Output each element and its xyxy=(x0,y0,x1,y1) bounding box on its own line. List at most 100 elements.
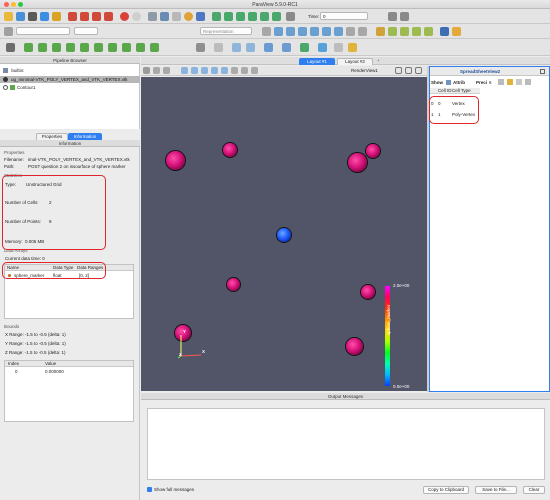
clear-button[interactable]: Clear xyxy=(523,486,545,494)
view-y-plus-icon[interactable] xyxy=(298,27,307,36)
add-tab-button[interactable]: + xyxy=(377,58,380,63)
render-viewport[interactable]: Y Z X 2.0e+00 0.0e+00 sphere_marker xyxy=(141,77,427,391)
group-datasets-icon[interactable] xyxy=(136,43,145,52)
camera-icon[interactable] xyxy=(92,12,101,21)
contour-filter-icon[interactable] xyxy=(24,43,33,52)
loop-icon[interactable] xyxy=(272,12,281,21)
open-file-icon[interactable] xyxy=(4,12,13,21)
clear-selection-icon[interactable] xyxy=(251,67,258,74)
select-block-icon[interactable] xyxy=(211,67,218,74)
load-state-icon[interactable] xyxy=(80,12,89,21)
shrink-selection-icon[interactable] xyxy=(241,67,248,74)
clip-filter-icon[interactable] xyxy=(38,43,47,52)
representation-select[interactable]: Representation xyxy=(200,27,252,35)
interact-mode-icon[interactable] xyxy=(148,12,157,21)
component-select[interactable] xyxy=(74,27,98,35)
view-z-plus-icon[interactable] xyxy=(322,27,331,36)
select-points-icon[interactable] xyxy=(191,67,198,74)
select-cells-icon[interactable] xyxy=(181,67,188,74)
capture-icon[interactable] xyxy=(163,67,170,74)
zoom-to-data-icon[interactable] xyxy=(388,12,397,21)
selection-icon[interactable] xyxy=(214,43,223,52)
ruler-icon[interactable] xyxy=(348,43,357,52)
precision-value[interactable]: 6 xyxy=(489,80,492,85)
copy-to-clipboard-button[interactable]: Copy to Clipboard xyxy=(423,486,469,494)
pipeline-item-source[interactable]: ug_minimal-VTK_POLY_VERTEX_and_VTK_VERTE… xyxy=(0,76,140,83)
save-to-file-button[interactable]: Save to File... xyxy=(475,486,517,494)
rescale-visible-icon[interactable] xyxy=(412,27,421,36)
previous-frame-icon[interactable] xyxy=(224,12,233,21)
annotate-time-icon[interactable] xyxy=(318,43,327,52)
view-z-minus-icon[interactable] xyxy=(334,27,343,36)
extract-subset-icon[interactable] xyxy=(80,43,89,52)
slice-filter-icon[interactable] xyxy=(52,43,61,52)
save-data-icon[interactable] xyxy=(28,12,37,21)
spreadsheet-close-icon[interactable] xyxy=(540,69,545,74)
warp-vector-icon[interactable] xyxy=(122,43,131,52)
view-x-minus-icon[interactable] xyxy=(286,27,295,36)
help-icon[interactable] xyxy=(196,12,205,21)
first-frame-icon[interactable] xyxy=(212,12,221,21)
manage-plugins-icon[interactable] xyxy=(172,12,181,21)
reset-range-icon[interactable] xyxy=(388,27,397,36)
select-frustum-icon[interactable] xyxy=(201,67,208,74)
tab-layout-2[interactable]: Layout #2 xyxy=(337,58,373,65)
maximize-view-icon[interactable] xyxy=(415,67,422,74)
glyph-filter-icon[interactable] xyxy=(94,43,103,52)
toggle-2d-icon[interactable] xyxy=(153,67,160,74)
table-row[interactable]: 0 0.000000 xyxy=(5,368,133,375)
python-shell-icon[interactable] xyxy=(440,27,449,36)
render-view-settings-icon[interactable] xyxy=(143,67,150,74)
stream-tracer-icon[interactable] xyxy=(108,43,117,52)
loop-toggle-icon[interactable] xyxy=(286,12,295,21)
save-state-icon[interactable] xyxy=(68,12,77,21)
tab-information[interactable]: Information xyxy=(68,133,102,140)
pipeline-item-builtin[interactable]: builtin: xyxy=(3,68,133,75)
export-icon[interactable] xyxy=(525,79,531,85)
show-icon[interactable] xyxy=(4,27,13,36)
show-select-icon[interactable] xyxy=(446,80,451,85)
spreadsheet-view-icon[interactable] xyxy=(196,43,205,52)
output-messages-text[interactable] xyxy=(147,408,545,480)
next-frame-icon[interactable] xyxy=(248,12,257,21)
zoom-to-box-icon[interactable] xyxy=(400,12,409,21)
color-map-editor-icon[interactable] xyxy=(376,27,385,36)
toggle-cell-connectivity-icon[interactable] xyxy=(516,79,522,85)
undo-icon[interactable] xyxy=(120,12,129,21)
disconnect-icon[interactable] xyxy=(52,12,61,21)
text-source-icon[interactable] xyxy=(334,43,343,52)
redo-icon[interactable] xyxy=(132,12,141,21)
plot-over-line-icon[interactable] xyxy=(264,43,273,52)
split-vertical-icon[interactable] xyxy=(405,67,412,74)
solid-color-select[interactable] xyxy=(16,27,70,35)
find-data-icon[interactable] xyxy=(232,43,241,52)
toggle-selection-icon[interactable] xyxy=(507,79,513,85)
timer-icon[interactable] xyxy=(104,12,113,21)
view-y-minus-icon[interactable] xyxy=(310,27,319,36)
last-frame-icon[interactable] xyxy=(260,12,269,21)
split-horizontal-icon[interactable] xyxy=(395,67,402,74)
connect-icon[interactable] xyxy=(40,12,49,21)
view-x-plus-icon[interactable] xyxy=(274,27,283,36)
query-icon[interactable] xyxy=(246,43,255,52)
tab-properties[interactable]: Properties xyxy=(36,133,68,140)
time-input[interactable]: 0 xyxy=(320,12,368,20)
pipeline-item-contour[interactable]: Contour1 xyxy=(0,84,140,91)
rotate-minus-90-icon[interactable] xyxy=(358,27,367,36)
reset-session-icon[interactable] xyxy=(160,12,169,21)
toggle-columns-icon[interactable] xyxy=(498,79,504,85)
attribute-select[interactable]: Attrib xyxy=(453,80,465,85)
interactive-select-icon[interactable] xyxy=(221,67,228,74)
rotate-90-icon[interactable] xyxy=(346,27,355,36)
play-icon[interactable] xyxy=(236,12,245,21)
grow-selection-icon[interactable] xyxy=(231,67,238,74)
open-recent-icon[interactable] xyxy=(16,12,25,21)
tab-layout-1[interactable]: Layout #1 xyxy=(299,58,335,65)
macro-icon[interactable] xyxy=(452,27,461,36)
probe-icon[interactable] xyxy=(300,43,309,52)
extract-level-icon[interactable] xyxy=(150,43,159,52)
color-palette-icon[interactable] xyxy=(184,12,193,21)
rescale-temporal-icon[interactable] xyxy=(424,27,433,36)
eye-icon[interactable] xyxy=(3,77,8,82)
show-full-messages-checkbox[interactable] xyxy=(147,487,152,492)
